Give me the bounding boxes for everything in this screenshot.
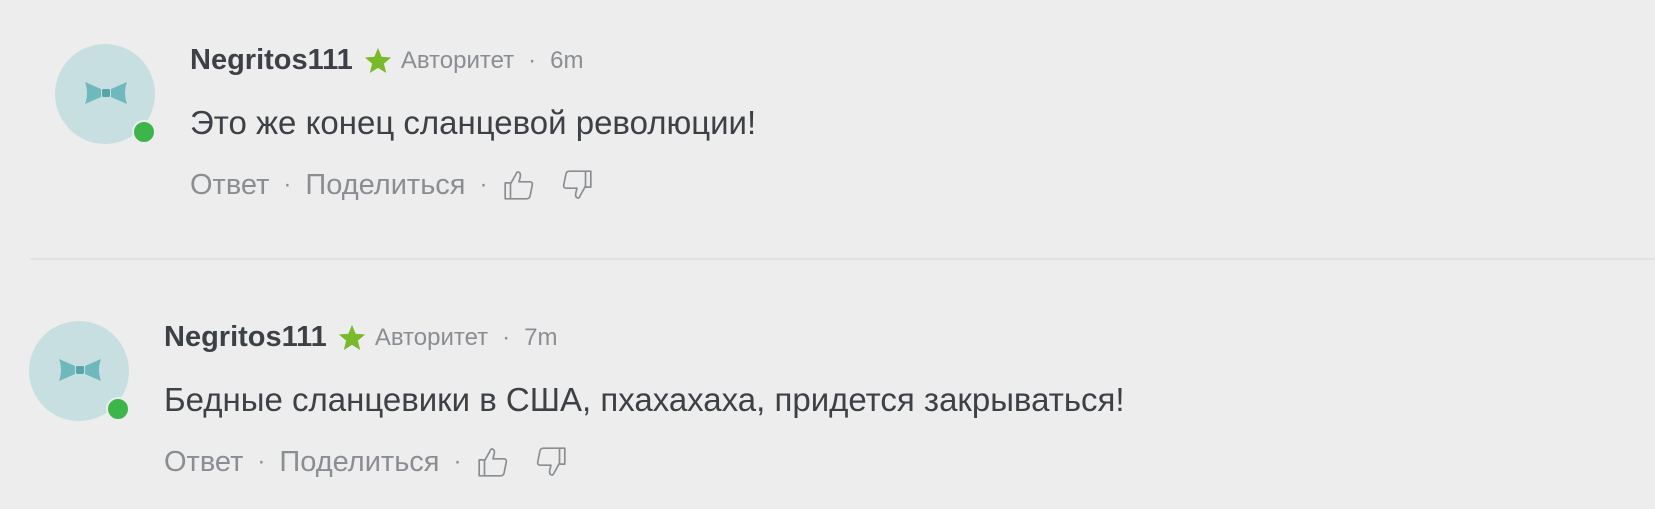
separator-dot: · xyxy=(479,171,488,198)
reputation-badge: Авторитет xyxy=(400,46,515,74)
comment-header: Negritos111 Авторитет · 6m xyxy=(190,44,584,77)
share-button[interactable]: Поделиться xyxy=(279,446,439,479)
comment-actions: Ответ · Поделиться · xyxy=(164,445,568,479)
separator-dot: · xyxy=(257,448,266,475)
reply-button[interactable]: Ответ xyxy=(164,446,243,479)
comment-divider xyxy=(30,258,1655,260)
thumbs-down-icon[interactable] xyxy=(560,168,594,202)
timestamp[interactable]: 7m xyxy=(524,324,557,352)
username-link[interactable]: Negritos111 xyxy=(164,321,327,354)
star-icon xyxy=(338,324,365,350)
separator-dot: · xyxy=(283,171,292,198)
share-button[interactable]: Поделиться xyxy=(305,169,465,202)
reputation-badge: Авторитет xyxy=(374,323,489,351)
bow-tie-icon xyxy=(59,359,101,381)
timestamp[interactable]: 6m xyxy=(550,47,583,75)
username-link[interactable]: Negritos111 xyxy=(190,44,353,77)
separator-dot: · xyxy=(528,46,537,74)
reply-button[interactable]: Ответ xyxy=(190,169,269,202)
thumbs-up-icon[interactable] xyxy=(476,445,510,479)
comment-actions: Ответ · Поделиться · xyxy=(190,168,594,202)
comment-header: Negritos111 Авторитет · 7m xyxy=(164,321,558,354)
bow-tie-icon xyxy=(85,82,127,104)
online-status-dot xyxy=(106,397,130,421)
online-status-dot xyxy=(132,120,156,144)
thumbs-down-icon[interactable] xyxy=(534,445,568,479)
comment-text: Это же конец сланцевой революции! xyxy=(190,104,757,141)
avatar[interactable] xyxy=(55,44,156,144)
star-icon xyxy=(364,47,391,73)
thumbs-up-icon[interactable] xyxy=(502,168,536,202)
comment-text: Бедные сланцевики в США, пхахахаха, прид… xyxy=(164,381,1125,418)
separator-dot: · xyxy=(502,323,511,351)
separator-dot: · xyxy=(453,448,462,475)
avatar[interactable] xyxy=(29,321,130,421)
